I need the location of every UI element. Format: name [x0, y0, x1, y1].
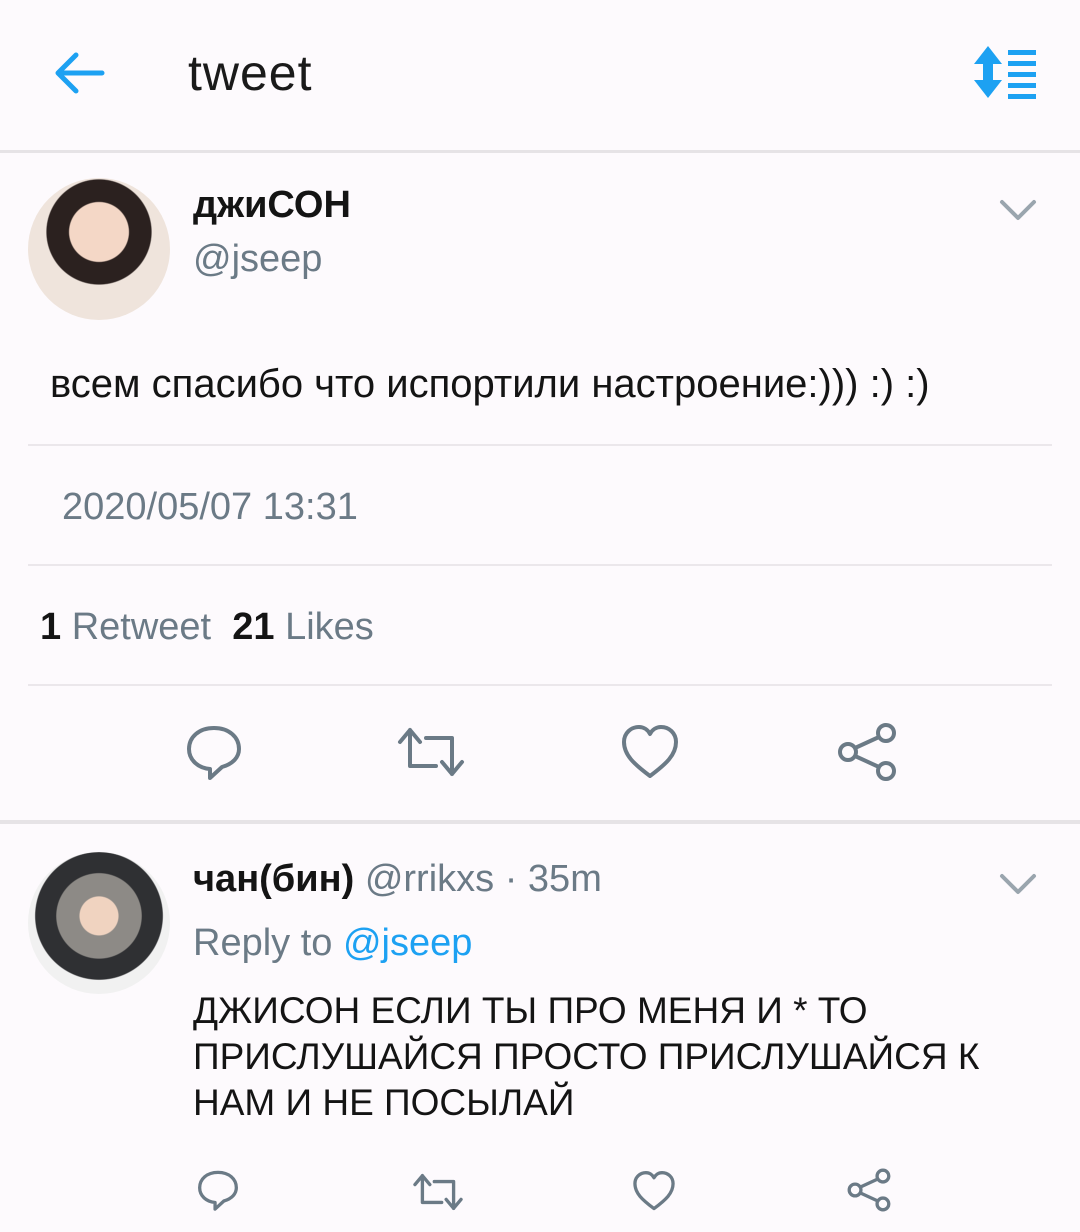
divider — [28, 564, 1052, 566]
retweet-label[interactable]: Retweet — [72, 606, 211, 648]
reply-age: 35m — [527, 858, 602, 900]
retweet-icon[interactable] — [396, 726, 466, 778]
tweet-timestamp: 2020/05/07 13:31 — [62, 486, 358, 528]
reply-avatar[interactable] — [28, 852, 170, 994]
like-label[interactable]: Likes — [285, 606, 374, 648]
retweet-icon[interactable] — [412, 1172, 464, 1212]
reply-author-name[interactable]: чан(бин) — [193, 858, 354, 900]
top-bar: tweet — [0, 0, 1080, 153]
sort-icon[interactable] — [966, 44, 1038, 100]
divider — [28, 444, 1052, 446]
chevron-down-icon[interactable] — [998, 870, 1038, 898]
section-separator — [0, 820, 1080, 824]
reply-to-label: Reply to — [193, 922, 333, 964]
avatar[interactable] — [28, 178, 170, 320]
retweet-count[interactable]: 1 — [40, 606, 61, 648]
divider — [28, 684, 1052, 686]
page-title: tweet — [188, 45, 313, 101]
author-name[interactable]: джиСОН — [193, 184, 351, 227]
share-icon[interactable] — [836, 722, 898, 782]
reply-to-line: Reply to @jseep — [193, 922, 472, 965]
reply-author-handle[interactable]: @rrikxs — [365, 858, 494, 900]
reply-icon[interactable] — [196, 1168, 240, 1212]
like-count[interactable]: 21 — [232, 606, 274, 648]
reply-header: чан(бин) @rrikxs · 35m — [193, 858, 602, 901]
heart-icon[interactable] — [620, 724, 680, 780]
reply-separator: · — [504, 858, 518, 900]
tweet-stats: 1 Retweet 21 Likes — [40, 606, 374, 649]
author-handle[interactable]: @jseep — [193, 238, 322, 281]
tweet-text: всем спасибо что испортили настроение:))… — [50, 362, 930, 406]
reply-to-mention[interactable]: @jseep — [343, 922, 472, 964]
share-icon[interactable] — [846, 1168, 892, 1212]
reply-text: ДЖИСОН ЕСЛИ ТЫ ПРО МЕНЯ И * ТО ПРИСЛУШАЙ… — [193, 990, 980, 1123]
chevron-down-icon[interactable] — [998, 196, 1038, 224]
heart-icon[interactable] — [632, 1170, 676, 1212]
reply-icon[interactable] — [184, 722, 244, 782]
back-arrow-icon[interactable] — [50, 48, 106, 98]
